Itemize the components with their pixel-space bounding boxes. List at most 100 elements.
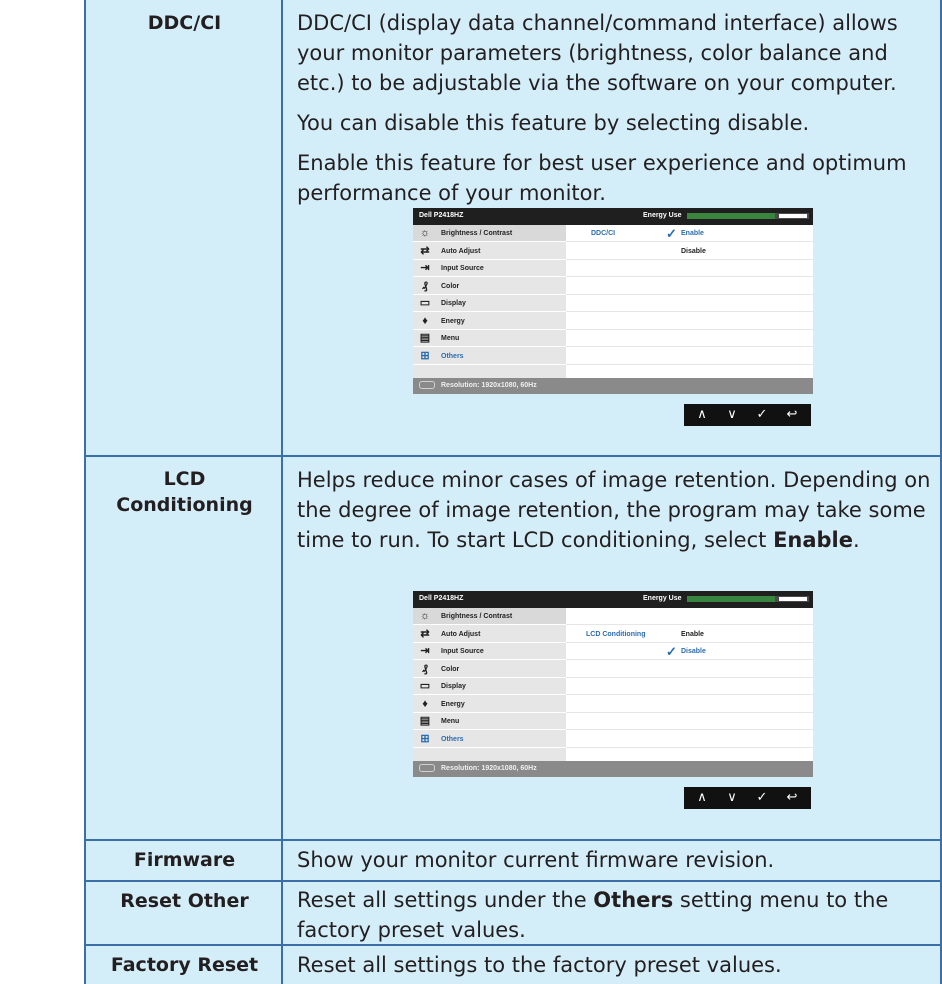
row-desc-firmware: Show your monitor current firmware revis… [297,848,775,872]
osd-submenu-row [566,696,813,713]
osd-submenu: DDC/CI ✓ Enable Disable [566,225,813,387]
osd-menu-item-label: Energy [441,317,465,325]
osd-setting-label: DDC/CI [591,230,616,237]
osd-option-enable[interactable]: Enable [681,230,704,237]
osd-model-name: Dell P2418HZ [419,595,464,602]
confirm-button[interactable]: ✓ [750,406,774,424]
osd-submenu-row [566,330,813,347]
lcd-enable-bold: Enable [773,528,854,552]
osd-menu-item[interactable]: ▤ Menu [413,713,566,730]
brightness-icon: ☼ [419,610,431,622]
osd-menu-item-label: Others [441,352,464,360]
osd-nav-buttons: ∧ ∨ ✓ ↩ [684,404,811,426]
osd-menu-item-label: Auto Adjust [441,247,481,255]
row-desc-ddcci: DDC/CI (display data channel/command int… [297,8,937,208]
osd-menu-item-label: Display [441,683,466,690]
osd-menu-item[interactable]: ☼ Brightness / Contrast [413,225,566,242]
osd-menu-item-label: Input Source [441,265,484,272]
energy-use-label: Energy Use [643,212,682,219]
osd-menu-item[interactable]: ♦ Energy [413,313,566,330]
energy-use-label: Energy Use [643,595,682,602]
osd-submenu-row [566,295,813,312]
osd-menu-item-label: Display [441,300,466,307]
row-name-firmware: Firmware [133,849,236,871]
osd-setting-label: LCD Conditioning [586,630,646,638]
osd-menu-item[interactable]: ▭ Display [413,295,566,312]
osd-submenu-row [566,313,813,330]
osd-menu-item[interactable]: ⇄ Auto Adjust [413,243,566,260]
brightness-icon: ☼ [419,227,431,239]
osd-menu-item-label: Input Source [441,648,484,655]
osd-menu-item[interactable]: ⇄ Auto Adjust [413,626,566,643]
osd-menu-item[interactable]: ▭ Display [413,678,566,695]
ddcci-paragraph-1: DDC/CI (display data channel/command int… [297,11,898,95]
osd-title-bar: Dell P2418HZ Energy Use [413,208,813,225]
osd-menu-item[interactable]: ⇥ Input Source [413,643,566,660]
others-icon: ⊞ [420,732,430,745]
osd-title-bar: Dell P2418HZ Energy Use [413,591,813,608]
up-button[interactable]: ∧ [690,406,714,424]
osd-status-bar: Resolution: 1920x1080, 60Hz [413,761,813,777]
osd-option-enable[interactable]: Enable [681,631,704,638]
osd-menu-item-label: Menu [441,335,460,342]
osd-submenu-row [566,278,813,295]
osd-submenu-row [566,608,813,625]
row-name-factory-reset: Factory Reset [110,954,259,976]
osd-submenu-row [566,678,813,695]
osd-menu-item[interactable]: ₰ Color [413,278,566,295]
energy-use-meter [687,596,809,602]
osd-menu-item-label: Brightness / Contrast [441,230,513,237]
osd-submenu-row [566,731,813,748]
vga-connector-icon [419,381,435,389]
row-name-reset-other: Reset Other [120,890,249,912]
menu-icon: ▤ [419,332,431,344]
osd-menu-item[interactable]: ♦ Energy [413,696,566,713]
auto-adjust-icon: ⇄ [420,244,430,257]
energy-icon: ♦ [422,697,428,710]
osd-menu-item-label: Others [441,735,464,743]
color-icon: ₰ [421,662,429,675]
up-button[interactable]: ∧ [690,789,714,807]
down-button[interactable]: ∨ [720,406,744,424]
display-icon: ▭ [419,680,431,692]
osd-menu-item[interactable]: ⊞ Others [413,731,566,748]
osd-option-disable[interactable]: Disable [681,648,706,655]
osd-menu-item-label: Auto Adjust [441,630,481,638]
osd-menu-item[interactable]: ⇥ Input Source [413,260,566,277]
checkmark-icon: ✓ [666,226,677,241]
row-desc-reset-other: Reset all settings under the Others sett… [297,885,937,945]
color-icon: ₰ [421,279,429,292]
osd-menu-item-label: Color [441,665,460,673]
lcd-text-end: . [853,528,860,552]
osd-menu-item[interactable]: ⊞ Others [413,348,566,365]
back-button[interactable]: ↩ [780,789,804,807]
confirm-button[interactable]: ✓ [750,789,774,807]
osd-screenshot-ddcci: Dell P2418HZ Energy Use ☼ Brightness / Cont… [413,208,813,394]
energy-use-meter [687,213,809,219]
osd-menu-item[interactable]: ▤ Menu [413,330,566,347]
energy-icon: ♦ [422,314,428,327]
osd-option-disable[interactable]: Disable [681,248,706,255]
settings-table: DDC/CI DDC/CI (display data channel/comm… [0,0,942,984]
osd-menu-item[interactable]: ☼ Brightness / Contrast [413,608,566,625]
osd-menu-item[interactable]: ₰ Color [413,661,566,678]
osd-menu-item-label: Energy [441,700,465,708]
down-button[interactable]: ∨ [720,789,744,807]
osd-model-name: Dell P2418HZ [419,212,464,219]
osd-submenu: LCD Conditioning Enable ✓ Disable [566,608,813,770]
back-button[interactable]: ↩ [780,406,804,424]
osd-submenu-row [566,661,813,678]
checkmark-icon: ✓ [666,644,677,659]
resolution-text: Resolution: 1920x1080, 60Hz [441,382,537,389]
osd-menu-list: ☼ Brightness / Contrast ⇄ Auto Adjust ⇥ Input… [413,608,566,770]
ddcci-paragraph-3: Enable this feature for best user experi… [297,151,907,205]
osd-submenu-row [566,713,813,730]
row-name-ddcci: DDC/CI [147,12,222,34]
osd-status-bar: Resolution: 1920x1080, 60Hz [413,378,813,394]
input-source-icon: ⇥ [420,262,430,274]
row-desc-lcd-conditioning: Helps reduce minor cases of image retent… [297,465,937,555]
energy-use-indicator [779,597,807,601]
auto-adjust-icon: ⇄ [420,627,430,640]
ddcci-paragraph-2: You can disable this feature by selectin… [297,111,810,135]
osd-menu-item-label: Menu [441,718,460,725]
